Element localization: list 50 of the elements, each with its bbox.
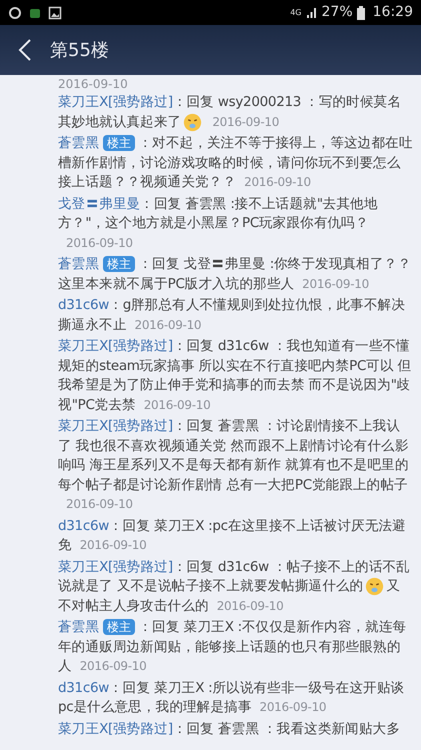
page-title: 第55楼 <box>50 38 109 62</box>
author-name[interactable]: 菜刀王X[强势路过] <box>58 418 173 434</box>
emoji-icon <box>365 577 384 596</box>
author-name[interactable]: 菜刀王X[强势路过] <box>58 94 173 110</box>
comment-text: 戈登〓弗里曼：回复 蒼雲黑 :接不上话题就"去其他地方？"，这个地方就是小黑屋？PC玩家跟你有仇吗？ 2016-09-10 <box>58 194 379 252</box>
author-name[interactable]: 菜刀王X[强势路过] <box>58 558 173 575</box>
comment-text: d31c6w：回复 菜刀王X :pc在这里接不上话被讨厌无法避免 2016-09-10 <box>58 516 407 556</box>
author-name[interactable]: d31c6w <box>58 518 110 534</box>
network-type: 4G <box>290 8 302 16</box>
comment-text: 蒼雲黑 楼主 ：对不起，关注不等于接得上，等这边都在吐槽新作剧情，讨论游戏攻略的时候，请问你玩不到要怎么接上话题？？视频通关党？？ 2016-09-10 <box>58 134 413 192</box>
author-name[interactable]: d31c6w <box>58 297 110 314</box>
author-name[interactable]: 蒼雲黑 <box>58 135 100 152</box>
comment-text: 菜刀王X[强势路过]：回复 wsy2000213 ：写的时候莫名其妙地就认真起来了 2016-09-10 <box>58 93 402 134</box>
comment-text: 菜刀王X[强势路过]：回复 蒼雲黑 ：讨论剧情接不上我认了 我也很不喜欢视频通关党 然而跟不上剧情讨论有什么影响吗 海王星系列又不是每天都有新作 就算有也不是吧里的每个帖子都是讨论新作剧情 总有一大把PC党能跟上的帖子 2016-09-10 <box>58 417 410 514</box>
comment-date: 2016-09-10 <box>66 497 133 512</box>
clock: 16:29 <box>372 3 413 22</box>
author-name[interactable]: 蒼雲黑 <box>58 256 100 272</box>
comment-text: 菜刀王X[强势路过]：回复 d31c6w ：我也知道有一些不懂规矩的steam玩家搞事 所以实在不行直接吧内禁PC可以 但我希望是为了防止伸手党和搞事的而去禁 而不是说因为"歧视"PC党去禁 2016-09-10 <box>58 337 412 415</box>
author-name[interactable]: d31c6w <box>58 680 110 696</box>
battery-percent: 27% <box>322 3 353 22</box>
comment-date: 2016-09-10 <box>58 76 128 92</box>
comment-text: 蒼雲黑 楼主 ：回复 菜刀王X :不仅仅是新作内容，就连每年的通贩周边新闻贴，能够接上话题的也只有那些眼熟的人 2016-09-10 <box>58 618 408 676</box>
comment-date: 2016-09-10 <box>80 538 146 552</box>
op-badge: 楼主 <box>103 619 135 636</box>
battery-icon <box>356 6 365 20</box>
comment-date: 2016-09-10 <box>302 276 369 291</box>
comment-date: 2016-09-10 <box>244 175 311 190</box>
comment-date: 2016-09-10 <box>80 659 146 674</box>
author-name[interactable]: 戈登〓弗里曼 <box>58 196 140 212</box>
author-name[interactable]: 菜刀王X[强势路过] <box>58 338 173 354</box>
comment-date: 2016-09-10 <box>144 398 210 412</box>
op-badge: 楼主 <box>103 135 135 152</box>
comment-text: d31c6w：回复 菜刀王X :所以说有些非一级号在这开贴谈pc是什么意思，我的理解是搞事 2016-09-10 <box>58 678 406 718</box>
signal-icon <box>306 6 318 18</box>
author-name[interactable]: 蒼雲黑 <box>58 619 100 636</box>
image-icon <box>48 6 62 20</box>
comment-text: 菜刀王X[强势路过]：回复 d31c6w ：帖子接不上的话不乱说就是了 又不是说帖子接不上就要发帖撕逼什么的 又不对帖主人身攻击什么的 2016-09-10 <box>58 558 411 616</box>
comment-date: 2016-09-10 <box>260 700 326 714</box>
comment-date: 2016-09-10 <box>216 598 284 613</box>
comment-text: 菜刀王X[强势路过]：回复 蒼雲黑 ：我看这类新闻贴大多 <box>58 720 401 739</box>
back-icon <box>18 38 32 62</box>
comment-text: d31c6w：g胖那总有人不懂规则到处拉仇恨，此事不解决撕逼永不止 2016-09-10 <box>58 296 406 335</box>
comment-date: 2016-09-10 <box>212 114 280 129</box>
comment-text: 蒼雲黑 楼主 ：回复 戈登〓弗里曼 :你终于发现真相了？？这里本来就不属于PC版才入坑的那些人 2016-09-10 <box>58 255 412 294</box>
author-name[interactable]: 菜刀王X[强势路过] <box>58 720 173 737</box>
op-badge: 楼主 <box>103 256 135 272</box>
comment-date: 2016-09-10 <box>66 236 133 250</box>
emoji-icon <box>183 112 202 132</box>
comment-date: 2016-09-10 <box>134 318 202 332</box>
app-icon <box>8 6 22 20</box>
